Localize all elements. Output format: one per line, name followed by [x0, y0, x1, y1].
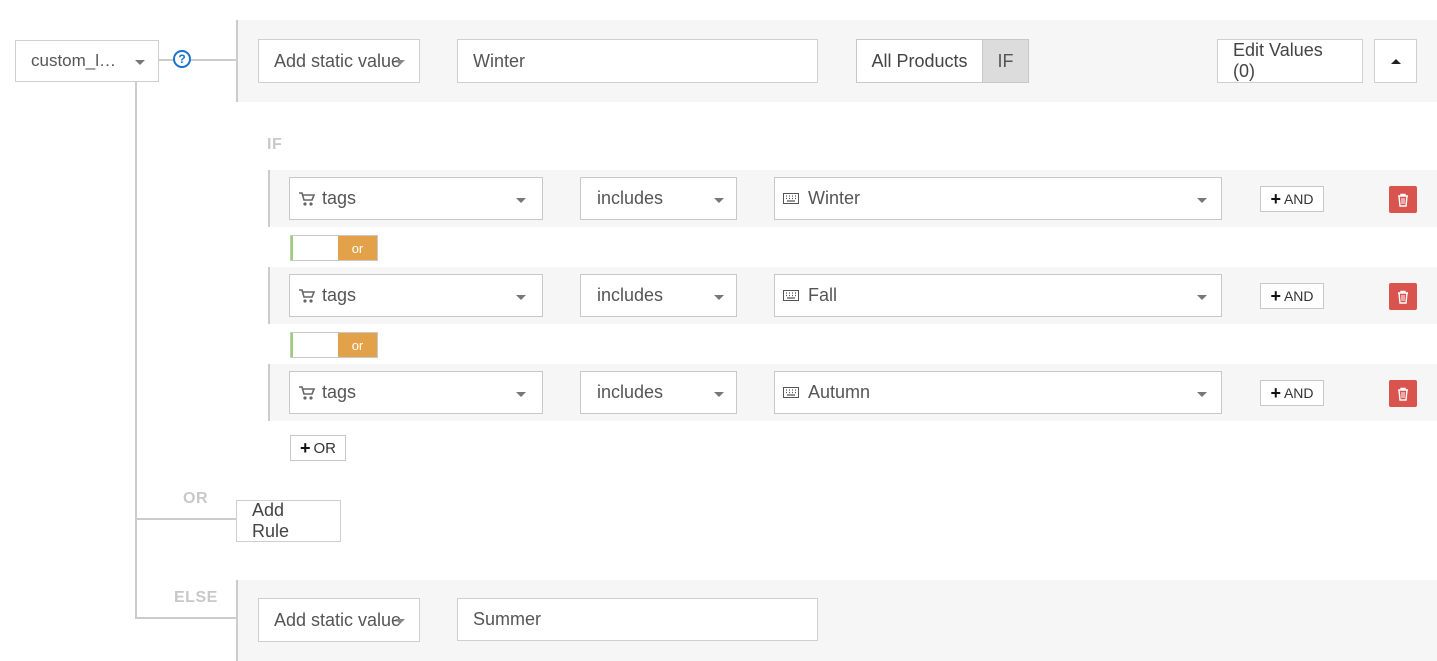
add-and-label: AND — [1283, 191, 1314, 207]
condition-field-select[interactable]: tags — [289, 177, 543, 220]
delete-condition-button[interactable] — [1389, 186, 1417, 213]
else-value-input-text: Summer — [473, 609, 542, 629]
condition-operator-value: includes — [597, 188, 664, 208]
keyboard-icon — [783, 387, 799, 398]
if-button[interactable]: IF — [982, 40, 1028, 82]
add-and-button[interactable]: + AND — [1260, 186, 1324, 212]
chevron-down-icon — [516, 295, 526, 300]
condition-value-text: Autumn — [808, 382, 871, 402]
static-value-select-label: Add static value — [274, 50, 402, 71]
tree-connector-or — [135, 518, 237, 520]
condition-operator-select[interactable]: includes — [580, 177, 737, 220]
condition-field-select[interactable]: tags — [289, 371, 543, 414]
root-attribute-select[interactable]: custom_l… — [15, 40, 159, 82]
chevron-up-icon — [1390, 58, 1401, 64]
trash-icon — [1398, 387, 1408, 401]
or-toggle-label: or — [337, 236, 377, 260]
plus-icon: + — [1270, 383, 1281, 403]
add-or-label: OR — [313, 439, 337, 457]
or-label: OR — [183, 490, 208, 507]
condition-operator-value: includes — [597, 285, 664, 305]
condition-field-value: tags — [322, 285, 357, 305]
chevron-down-icon — [1197, 295, 1207, 300]
or-toggle-label: or — [337, 333, 377, 357]
keyboard-icon — [783, 193, 799, 204]
plus-icon: + — [1270, 286, 1281, 306]
condition-operator-select[interactable]: includes — [580, 274, 737, 317]
condition-value-select[interactable]: Autumn — [774, 371, 1222, 414]
cart-icon — [299, 288, 316, 303]
condition-value-text: Winter — [808, 188, 861, 208]
chevron-down-icon — [714, 392, 724, 397]
tree-connector-header — [191, 59, 237, 61]
or-toggle[interactable]: or — [290, 235, 378, 261]
cart-icon — [299, 385, 316, 400]
add-and-button[interactable]: + AND — [1260, 283, 1324, 309]
delete-condition-button[interactable] — [1389, 380, 1417, 407]
chevron-down-icon — [135, 60, 145, 65]
static-value-select[interactable]: Add static value — [258, 39, 420, 83]
tree-connector-else — [135, 617, 237, 619]
add-and-button[interactable]: + AND — [1260, 380, 1324, 406]
add-or-button[interactable]: + OR — [290, 435, 346, 461]
question-circle-icon[interactable]: ? — [173, 50, 191, 68]
scope-toggle-group: All Products IF — [856, 39, 1029, 83]
add-and-label: AND — [1283, 288, 1314, 304]
plus-icon: + — [1270, 189, 1281, 209]
chevron-down-icon — [395, 619, 405, 624]
condition-field-value: tags — [322, 188, 357, 208]
tree-connector-vertical — [135, 81, 137, 619]
tree-connector-root — [158, 59, 174, 61]
value-input[interactable]: Winter — [457, 39, 818, 83]
or-toggle-off — [291, 333, 338, 357]
condition-field-value: tags — [322, 382, 357, 402]
trash-icon — [1398, 290, 1408, 304]
condition-field-select[interactable]: tags — [289, 274, 543, 317]
condition-value-select[interactable]: Winter — [774, 177, 1222, 220]
plus-icon: + — [299, 438, 311, 458]
chevron-down-icon — [395, 60, 405, 65]
chevron-down-icon — [1197, 392, 1207, 397]
chevron-down-icon — [516, 198, 526, 203]
delete-condition-button[interactable] — [1389, 283, 1417, 310]
cart-icon — [299, 191, 316, 206]
collapse-button[interactable] — [1374, 39, 1417, 83]
keyboard-icon — [783, 290, 799, 301]
chevron-down-icon — [714, 198, 724, 203]
else-value-input[interactable]: Summer — [457, 598, 818, 641]
condition-operator-select[interactable]: includes — [580, 371, 737, 414]
or-toggle-off — [291, 236, 338, 260]
trash-icon — [1398, 193, 1408, 207]
add-and-label: AND — [1283, 385, 1314, 401]
else-label: ELSE — [174, 589, 218, 606]
else-static-value-select[interactable]: Add static value — [258, 598, 420, 642]
chevron-down-icon — [1197, 198, 1207, 203]
condition-value-text: Fall — [808, 285, 838, 305]
all-products-button[interactable]: All Products — [857, 40, 982, 82]
condition-operator-value: includes — [597, 382, 664, 402]
if-label: IF — [267, 136, 283, 153]
value-input-text: Winter — [473, 50, 526, 71]
add-rule-button[interactable]: Add Rule — [236, 500, 341, 542]
chevron-down-icon — [516, 392, 526, 397]
chevron-down-icon — [714, 295, 724, 300]
or-toggle[interactable]: or — [290, 332, 378, 358]
edit-values-button[interactable]: Edit Values (0) — [1217, 39, 1363, 83]
condition-value-select[interactable]: Fall — [774, 274, 1222, 317]
root-attribute-value: custom_l… — [31, 51, 117, 70]
else-static-value-select-label: Add static value — [274, 609, 402, 630]
